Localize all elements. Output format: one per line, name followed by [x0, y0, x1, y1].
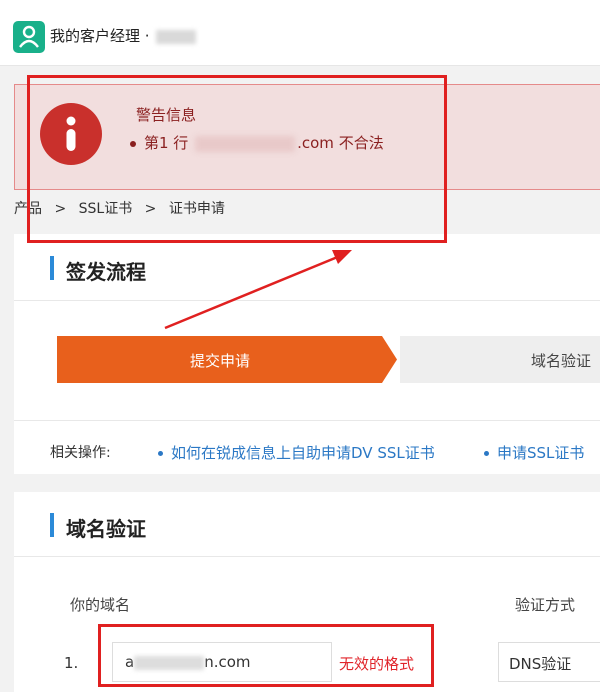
- step-submit-label: 提交申请: [190, 352, 251, 370]
- step-verify-label: 域名验证: [531, 352, 592, 370]
- user-group-icon: [13, 21, 45, 53]
- section-marker: [50, 256, 54, 280]
- redacted-name: [155, 29, 196, 44]
- verification-title: 域名验证: [66, 517, 146, 541]
- row-index: 1.: [64, 654, 79, 672]
- divider: [14, 420, 600, 421]
- related-ops-label: 相关操作:: [50, 445, 111, 461]
- process-title: 签发流程: [66, 260, 146, 284]
- bullet-icon: [158, 451, 163, 456]
- section-marker: [50, 513, 54, 537]
- divider: [14, 300, 600, 301]
- help-link-dv-ssl[interactable]: 如何在锐成信息上自助申请DV SSL证书: [158, 442, 435, 463]
- highlight-box-alert: [27, 75, 447, 243]
- verification-method-select[interactable]: DNS验证: [498, 642, 600, 682]
- highlight-box-domain: [98, 624, 434, 687]
- col-domain-header: 你的域名: [70, 596, 131, 614]
- help-link-apply-ssl[interactable]: 申请SSL证书: [484, 442, 584, 463]
- divider: [14, 556, 600, 557]
- col-method-header: 验证方式: [515, 596, 576, 614]
- bullet-icon: [484, 451, 489, 456]
- app-title: 我的客户经理 ·: [50, 25, 196, 46]
